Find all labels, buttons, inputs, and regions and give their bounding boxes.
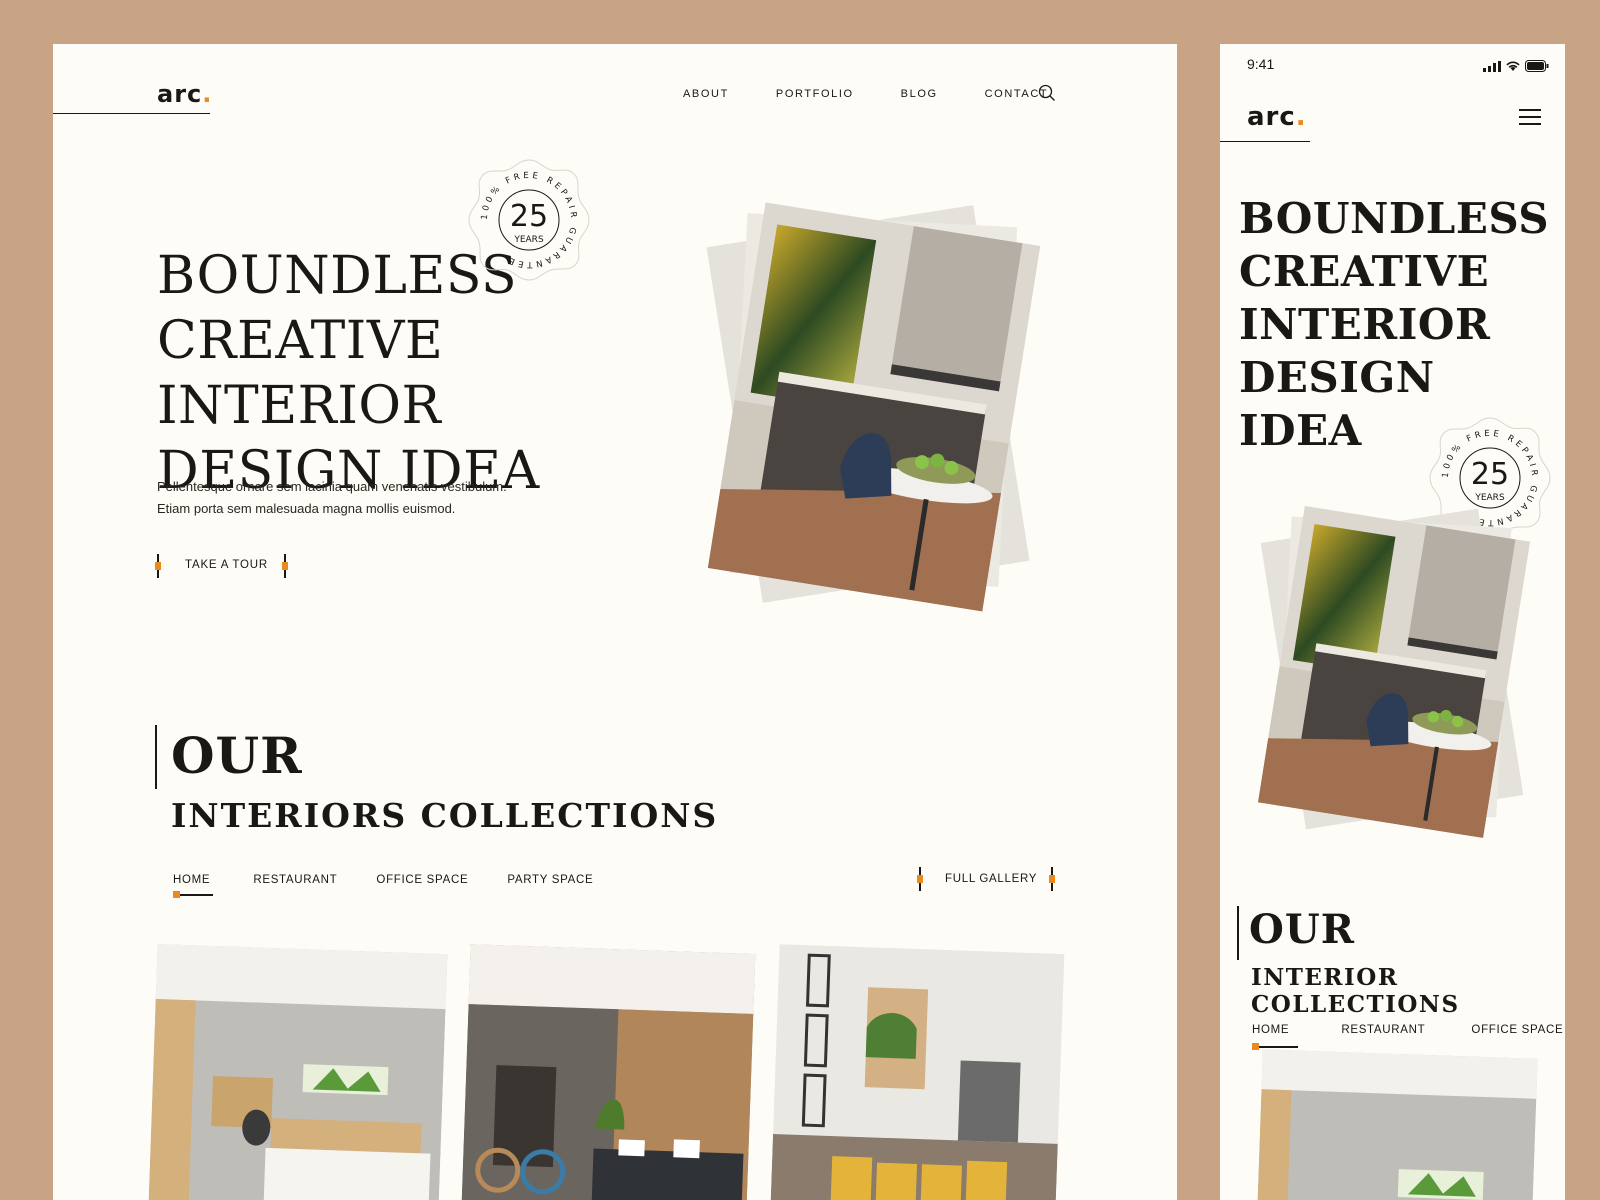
collection-card-dining[interactable]: [770, 944, 1065, 1200]
mobile-hero-photo: [1240, 484, 1540, 864]
mobile-logo-text: arc: [1247, 102, 1296, 132]
logo[interactable]: arc.: [157, 80, 212, 108]
mobile-tab-restaurant-label: RESTAURANT: [1341, 1024, 1426, 1036]
mobile-title-line-1: BOUNDLESS: [1239, 194, 1550, 243]
tab-home[interactable]: HOME: [173, 874, 213, 897]
tab-party-space-label: PARTY SPACE: [507, 874, 594, 886]
collection-tabs: HOME RESTAURANT OFFICE SPACE PARTY SPACE: [173, 874, 593, 897]
collections-title-top: OUR: [171, 726, 303, 785]
nav-portfolio[interactable]: PORTFOLIO: [776, 88, 854, 100]
main-nav: ABOUT PORTFOLIO BLOG CONTACT: [683, 88, 1048, 100]
hero-description-line-2: Etiam porta sem malesuada magna mollis e…: [157, 501, 456, 516]
mobile-tab-home-label: HOME: [1252, 1024, 1290, 1036]
full-gallery-label: FULL GALLERY: [945, 873, 1038, 885]
mobile-collection-tabs: HOME RESTAURANT OFFICE SPACE: [1252, 1024, 1563, 1049]
take-a-tour-button[interactable]: TAKE A TOUR: [155, 554, 291, 578]
search-icon[interactable]: [1038, 84, 1056, 102]
mobile-logo-underline: [1220, 141, 1310, 142]
section-title-bar: [155, 725, 157, 789]
logo-dot: .: [202, 80, 213, 108]
battery-icon: [1525, 60, 1549, 72]
mobile-logo-dot: .: [1295, 102, 1307, 132]
mobile-collection-card-bedroom[interactable]: [1257, 1049, 1538, 1200]
hero-description: Pellentesque ornare sem lacinia quam ven…: [157, 476, 577, 520]
tab-home-label: HOME: [173, 874, 211, 886]
mobile-tab-active-indicator: [1252, 1043, 1298, 1049]
nav-about[interactable]: ABOUT: [683, 88, 729, 100]
gallery-left-tick: [917, 867, 922, 891]
mobile-title-line-2: CREATIVE: [1239, 247, 1490, 296]
status-time: 9:41: [1247, 56, 1275, 72]
tour-right-tick: [282, 554, 287, 578]
tab-party-space[interactable]: PARTY SPACE: [507, 874, 593, 886]
collection-card-bedroom[interactable]: [148, 944, 448, 1200]
guarantee-badge: 100% FREE REPAIR GUARANTEE. 25 YEARS: [468, 159, 590, 281]
hero-title-line-2: CREATIVE INTERIOR: [157, 311, 444, 436]
collections-title-bottom: INTERIORS COLLECTIONS: [171, 796, 719, 835]
collection-card-living-room[interactable]: [461, 944, 756, 1200]
badge-number: 25: [510, 199, 548, 234]
hero-title-line-1: BOUNDLESS: [157, 246, 518, 306]
gallery-right-tick: [1049, 867, 1054, 891]
wifi-icon: [1506, 61, 1520, 71]
logo-underline: [53, 113, 210, 114]
mobile-title-line-3: INTERIOR: [1239, 300, 1491, 349]
logo-text: arc: [157, 80, 203, 108]
mobile-collections-title-top: OUR: [1249, 906, 1355, 953]
tab-restaurant-label: RESTAURANT: [253, 874, 338, 886]
mobile-tab-office-space-label: OFFICE SPACE: [1471, 1024, 1564, 1036]
tour-left-tick: [155, 554, 160, 578]
tab-office-space[interactable]: OFFICE SPACE: [376, 874, 468, 886]
mobile-artboard: 9:41 arc. BOUNDLESS CREATIVE INTERIOR DE…: [1220, 44, 1565, 1200]
tab-restaurant[interactable]: RESTAURANT: [253, 874, 337, 886]
mobile-tab-restaurant[interactable]: RESTAURANT: [1341, 1024, 1425, 1036]
hamburger-menu-icon[interactable]: [1519, 109, 1541, 125]
take-a-tour-label: TAKE A TOUR: [185, 559, 268, 571]
nav-blog[interactable]: BLOG: [901, 88, 938, 100]
hero-title: BOUNDLESS CREATIVE INTERIOR DESIGN IDEA: [157, 244, 697, 504]
full-gallery-link[interactable]: FULL GALLERY: [917, 867, 1057, 893]
hero-photo: [683, 184, 1103, 684]
mobile-tab-home[interactable]: HOME: [1252, 1024, 1298, 1049]
tab-active-indicator: [173, 891, 213, 897]
desktop-artboard: arc. ABOUT PORTFOLIO BLOG CONTACT BOUNDL…: [53, 44, 1177, 1200]
hero-description-line-1: Pellentesque ornare sem lacinia quam ven…: [157, 479, 507, 494]
signal-icon: [1483, 60, 1501, 72]
mobile-section-title-bar: [1237, 906, 1239, 960]
hero-interior-image: [707, 202, 1041, 612]
mobile-tab-office-space[interactable]: OFFICE SPACE: [1471, 1024, 1563, 1036]
mobile-collections-title-bottom: INTERIOR COLLECTIONS: [1251, 964, 1460, 1018]
tab-office-space-label: OFFICE SPACE: [376, 874, 469, 886]
status-icons: [1483, 60, 1549, 72]
mobile-hero-interior-image: [1257, 506, 1531, 838]
mobile-logo[interactable]: arc.: [1247, 102, 1307, 132]
badge-unit: YEARS: [513, 235, 544, 245]
